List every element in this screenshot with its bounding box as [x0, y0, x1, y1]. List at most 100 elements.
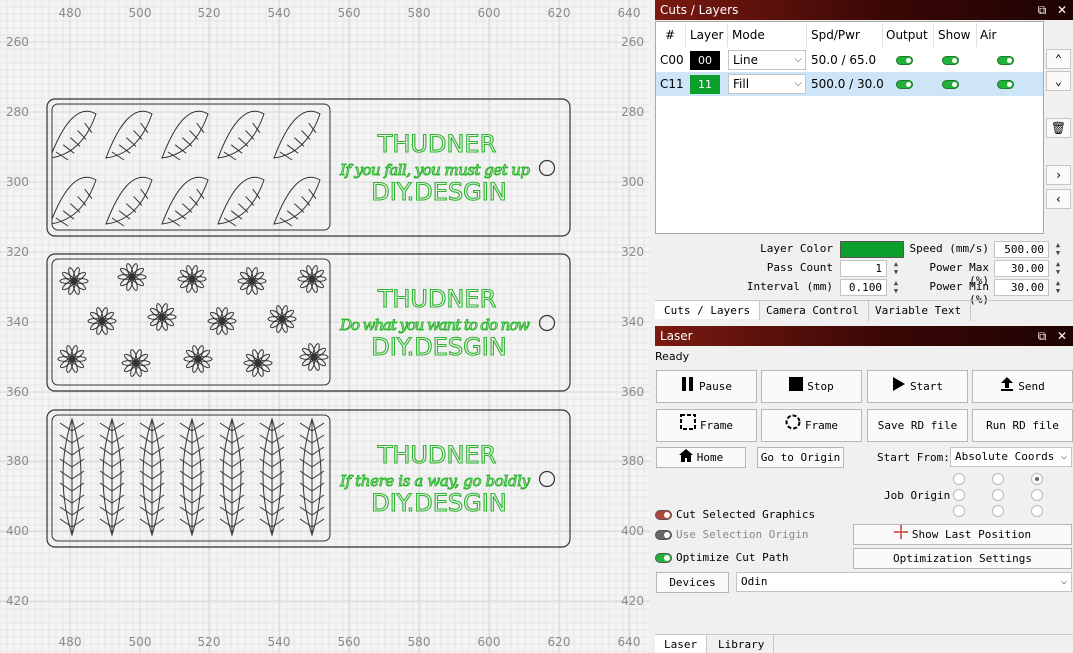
tab-camera-control[interactable]: Camera Control	[757, 301, 869, 321]
chevron-up-icon: ⌃	[1054, 52, 1063, 66]
frame-rect-button[interactable]: Frame	[656, 409, 757, 442]
show-toggle[interactable]	[942, 80, 959, 89]
interval-input[interactable]: 0.100	[840, 279, 887, 296]
start-from-select[interactable]: Absolute Coords ⌵	[950, 447, 1072, 467]
cuts-layers-panel: Cuts / Layers ⧉ ✕ # Layer Mode Spd/Pwr O…	[655, 0, 1073, 322]
frame-circle-button[interactable]: Frame	[761, 409, 862, 442]
tag-slogan-text: If you fall, you must get up	[339, 161, 530, 179]
job-origin-top-center-radio[interactable]	[992, 473, 1004, 485]
ruler-top-label: 480	[59, 6, 82, 20]
home-icon	[678, 448, 693, 468]
collapse-button[interactable]: ‹	[1046, 189, 1071, 209]
tag-site-text: DIY.DESGIN	[371, 333, 507, 361]
tab-variable-text[interactable]: Variable Text	[866, 301, 972, 321]
job-origin-label: Job Origin	[884, 489, 951, 502]
show-toggle[interactable]	[942, 56, 959, 65]
device-select[interactable]: Odin ⌵	[736, 572, 1072, 592]
ruler-right-label: 320	[621, 245, 644, 259]
pause-button[interactable]: Pause	[656, 370, 757, 403]
play-icon	[892, 372, 906, 403]
speed-stepper[interactable]: ▲ ▼	[1053, 241, 1063, 258]
power-min-input[interactable]: 30.00	[994, 279, 1049, 296]
devices-button[interactable]: Devices	[656, 572, 729, 593]
float-panel-icon[interactable]: ⧉	[1034, 0, 1050, 20]
use-selection-origin-switch[interactable]	[655, 530, 672, 540]
send-button[interactable]: Send	[972, 370, 1073, 403]
start-button[interactable]: Start	[867, 370, 968, 403]
optimization-settings-button[interactable]: Optimization Settings	[853, 548, 1072, 569]
cut-row-c00[interactable]: C00 00 Line ⌵ 50.0 / 65.0	[656, 48, 1043, 72]
spd-pwr-value: 500.0 / 30.0	[811, 77, 884, 91]
mode-value: Fill	[733, 77, 750, 91]
ruler-bottom-label: 620	[548, 635, 571, 649]
job-origin-middle-left-radio[interactable]	[953, 489, 965, 501]
close-icon[interactable]: ✕	[1054, 326, 1070, 346]
tab-library[interactable]: Library	[709, 635, 775, 653]
power-max-input[interactable]: 30.00	[994, 260, 1049, 277]
output-toggle[interactable]	[896, 56, 913, 65]
ruler-left-label: 400	[6, 524, 29, 538]
chevron-down-icon: ⌵	[1060, 451, 1067, 462]
move-layer-up-button[interactable]: ⌃	[1046, 49, 1071, 69]
crosshair-icon	[893, 525, 908, 545]
layer-color-swatch[interactable]	[840, 241, 904, 258]
stop-button[interactable]: Stop	[761, 370, 862, 403]
tag-slogan-text: Do what you want to do now	[339, 316, 530, 334]
tab-cuts-layers[interactable]: Cuts / Layers	[655, 301, 761, 321]
air-toggle[interactable]	[997, 56, 1014, 65]
air-toggle[interactable]	[997, 80, 1014, 89]
close-icon[interactable]: ✕	[1054, 0, 1070, 20]
ruler-left-label: 280	[6, 105, 29, 119]
speed-input[interactable]: 500.00	[994, 241, 1049, 258]
delete-layer-button[interactable]: 🗑	[1046, 118, 1071, 138]
pass-count-input[interactable]: 1	[840, 260, 887, 277]
cut-selected-switch[interactable]	[655, 510, 672, 520]
frame-rect-icon	[679, 411, 696, 442]
run-rd-file-button[interactable]: Run RD file	[972, 409, 1073, 442]
layer-chip[interactable]: 00	[690, 51, 720, 70]
ruler-right-label: 400	[621, 524, 644, 538]
cuts-tabbar: Cuts / Layers Camera Control Variable Te…	[655, 300, 1073, 321]
home-button[interactable]: Home	[656, 447, 746, 468]
interval-stepper[interactable]: ▲ ▼	[891, 279, 901, 296]
layer-color-label: Layer Color	[760, 242, 833, 255]
power-min-stepper[interactable]: ▲ ▼	[1053, 279, 1063, 296]
job-origin-center-radio[interactable]	[992, 489, 1004, 501]
job-origin-top-right-radio[interactable]	[1031, 473, 1043, 485]
layer-chip[interactable]: 11	[690, 75, 720, 94]
job-origin-bottom-right-radio[interactable]	[1031, 505, 1043, 517]
pass-count-stepper[interactable]: ▲ ▼	[891, 260, 901, 277]
job-origin-middle-right-radio[interactable]	[1031, 489, 1043, 501]
send-upload-icon	[1000, 372, 1014, 403]
move-layer-down-button[interactable]: ⌄	[1046, 71, 1071, 91]
job-origin-bottom-left-radio[interactable]	[953, 505, 965, 517]
canvas-workspace[interactable]: 480 500 520 540 560 580 600 620 640 480 500 520 540 5…	[0, 0, 650, 653]
cut-row-c11[interactable]: C11 11 Fill ⌵ 500.0 / 30.0	[656, 72, 1043, 96]
power-max-stepper[interactable]: ▲ ▼	[1053, 260, 1063, 277]
expand-button[interactable]: ›	[1046, 165, 1071, 185]
tag-hole	[538, 314, 556, 332]
optimize-cut-path-label: Optimize Cut Path	[676, 551, 789, 564]
tag-brand-text: THUDNER	[377, 441, 497, 469]
chevron-down-icon: ⌄	[1054, 74, 1063, 88]
mode-select[interactable]: Line ⌵	[728, 50, 806, 70]
ruler-bottom-label: 540	[268, 635, 291, 649]
trash-icon: 🗑	[1050, 121, 1067, 135]
tag-hole	[538, 470, 556, 488]
save-rd-file-button[interactable]: Save RD file	[867, 409, 968, 442]
tag-brand-text: THUDNER	[377, 130, 497, 158]
design-canvas[interactable]: 480 500 520 540 560 580 600 620 640 480 500 520 540 5…	[0, 0, 650, 653]
optimize-cut-path-switch[interactable]	[655, 553, 672, 563]
float-panel-icon[interactable]: ⧉	[1034, 326, 1050, 346]
mode-select[interactable]: Fill ⌵	[728, 74, 806, 94]
output-toggle[interactable]	[896, 80, 913, 89]
show-last-position-button[interactable]: Show Last Position	[853, 524, 1072, 545]
tag-slogan-text: If there is a way, go boldly	[339, 472, 531, 490]
job-origin-bottom-center-radio[interactable]	[992, 505, 1004, 517]
ruler-left-label: 420	[6, 594, 29, 608]
ruler-left-label: 380	[6, 454, 29, 468]
go-to-origin-button[interactable]: Go to Origin	[757, 447, 844, 468]
tab-laser[interactable]: Laser	[655, 635, 708, 653]
job-origin-top-left-radio[interactable]	[953, 473, 965, 485]
laser-panel: Laser ⧉ ✕ Ready Pause Stop Start Send Fr…	[655, 326, 1073, 632]
